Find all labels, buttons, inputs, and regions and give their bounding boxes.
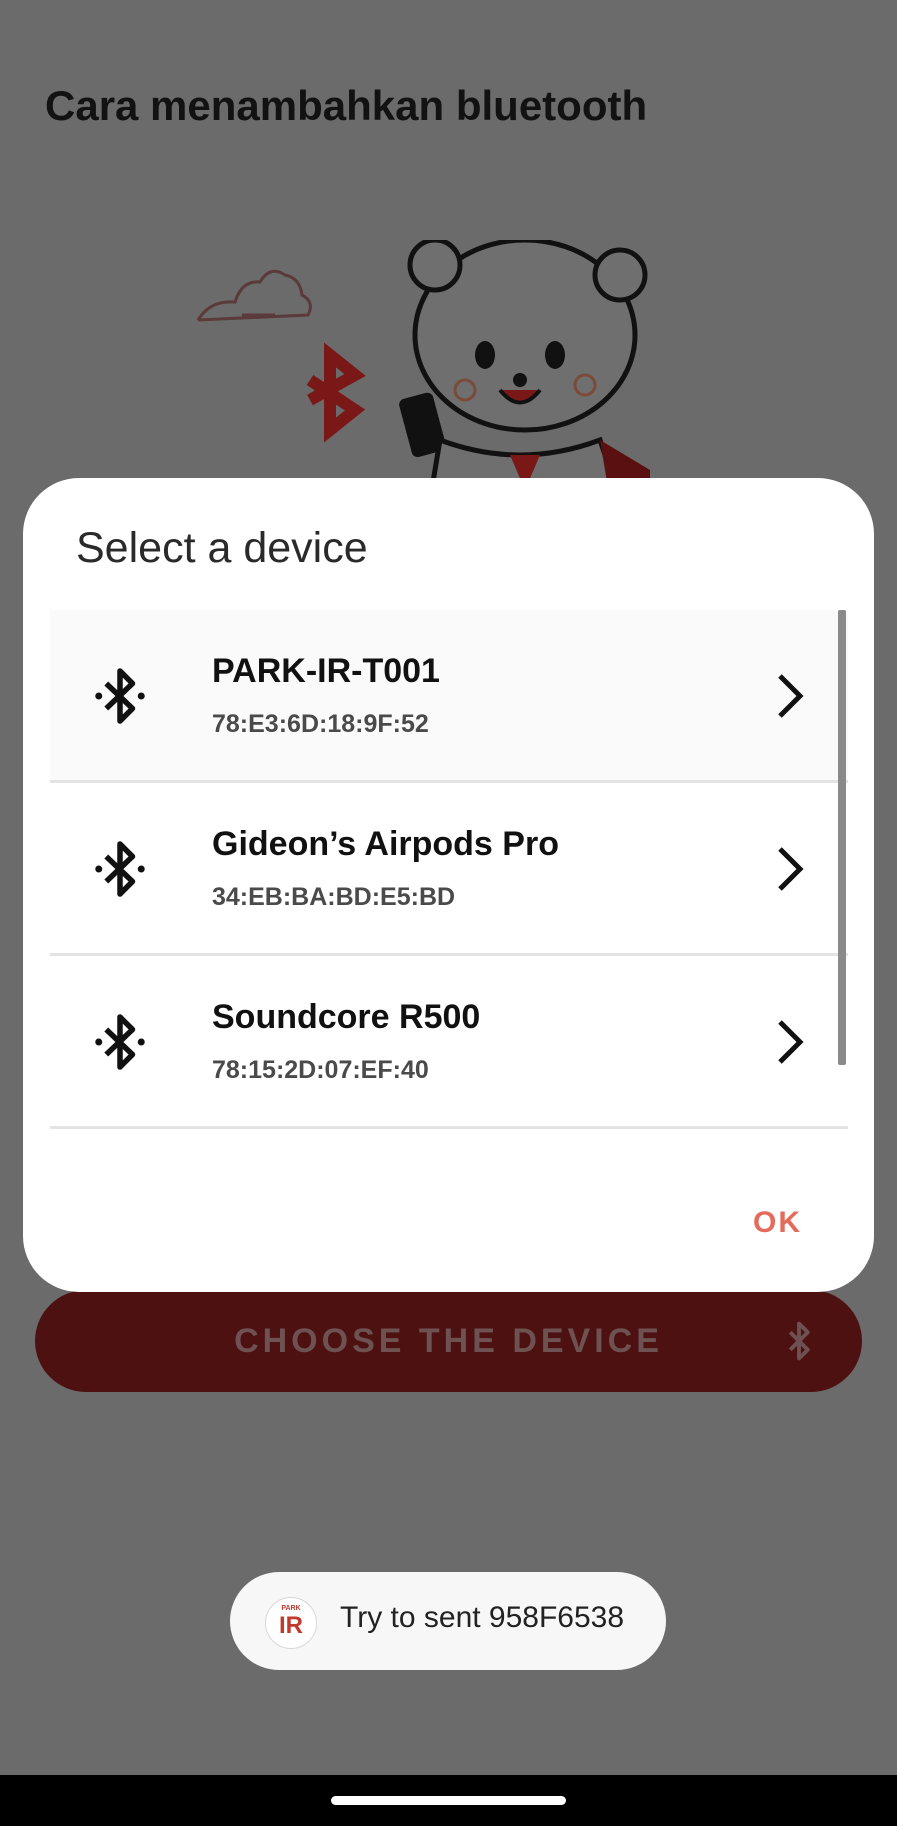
- bluetooth-icon: [95, 841, 145, 897]
- chevron-right-icon: [778, 847, 804, 891]
- toast-message: Try to sent 958F6538: [340, 1601, 625, 1634]
- choose-device-label: CHOOSE THE DEVICE: [234, 1321, 663, 1360]
- home-indicator[interactable]: [331, 1796, 566, 1805]
- bluetooth-icon: [95, 1014, 145, 1070]
- device-row[interactable]: PARK-IR-T001 78:E3:6D:18:9F:52: [50, 610, 848, 783]
- device-name: Soundcore R500: [212, 998, 481, 1036]
- park-ir-logo: PARK IR: [265, 1597, 317, 1649]
- bluetooth-icon: [788, 1321, 810, 1361]
- device-name: PARK-IR-T001: [212, 652, 440, 690]
- logo-small-text: PARK: [281, 1605, 301, 1612]
- mascot-illustration: [196, 240, 650, 500]
- device-row[interactable]: Gideon’s Airpods Pro 34:EB:BA:BD:E5:BD: [50, 783, 848, 956]
- list-scrollbar[interactable]: [838, 610, 846, 1065]
- device-row[interactable]: Soundcore R500 78:15:2D:07:EF:40: [50, 956, 848, 1129]
- chevron-right-icon: [778, 674, 804, 718]
- dialog-title: Select a device: [76, 524, 368, 572]
- toast-notification: PARK IR Try to sent 958F6538: [230, 1572, 666, 1670]
- logo-big-text: IR: [279, 1612, 303, 1639]
- device-mac-address: 78:15:2D:07:EF:40: [212, 1056, 429, 1084]
- device-list: PARK-IR-T001 78:E3:6D:18:9F:52 Gideon’s …: [50, 610, 848, 1129]
- select-device-dialog: Select a device PARK-IR-T001 78:E3:6D:18…: [23, 478, 874, 1292]
- ok-button[interactable]: OK: [753, 1206, 802, 1240]
- device-mac-address: 78:E3:6D:18:9F:52: [212, 710, 429, 738]
- page-title: Cara menambahkan bluetooth: [45, 82, 648, 129]
- chevron-right-icon: [778, 1020, 804, 1064]
- device-mac-address: 34:EB:BA:BD:E5:BD: [212, 883, 456, 911]
- choose-device-button[interactable]: CHOOSE THE DEVICE: [35, 1290, 862, 1392]
- system-navigation-bar: [0, 1775, 897, 1826]
- device-name: Gideon’s Airpods Pro: [212, 825, 559, 863]
- bluetooth-icon: [95, 668, 145, 724]
